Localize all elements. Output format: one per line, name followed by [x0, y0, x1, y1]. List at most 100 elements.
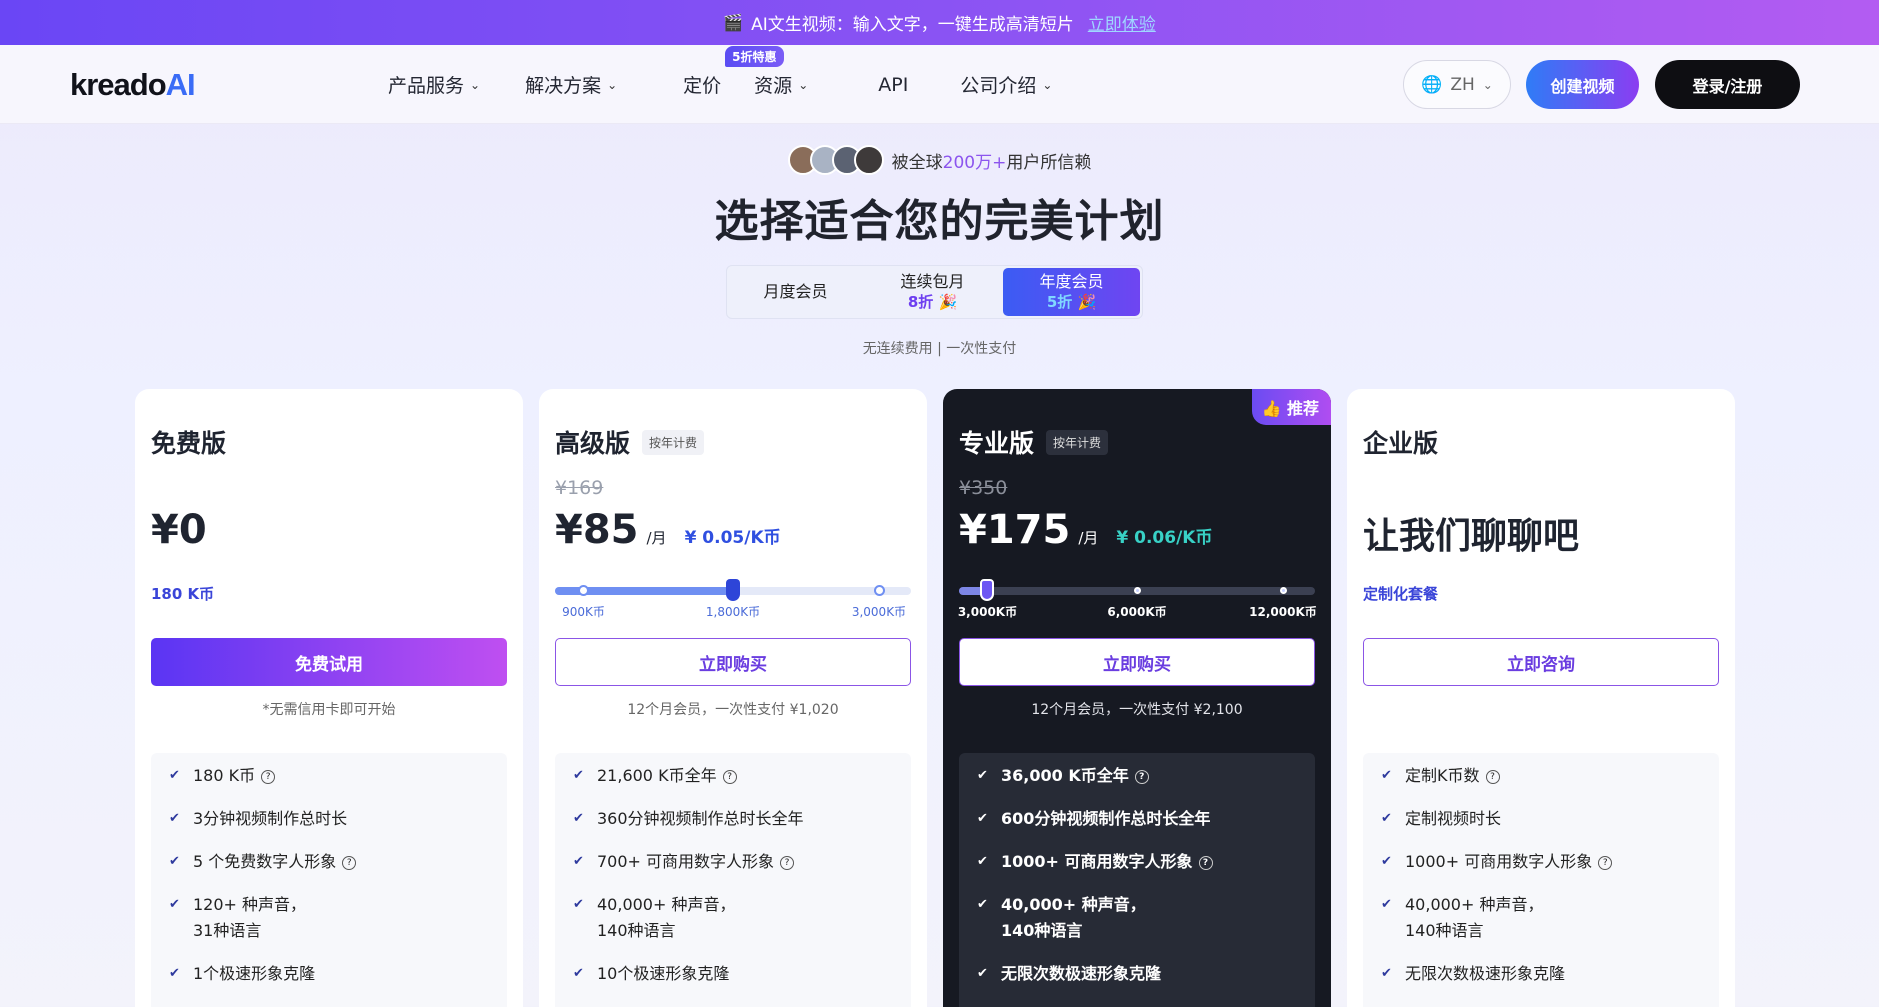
nav-products[interactable]: 产品服务 ⌄ [388, 71, 480, 98]
check-icon: ✔ [169, 966, 180, 981]
price-period: /月 [1078, 529, 1099, 547]
tab-label: 月度会员 [763, 282, 828, 301]
feature-text: 10个极速形象克隆 [597, 964, 730, 983]
feature-list: ✔ 21,600 K币全年? ✔ 360分钟视频制作总时长全年 ✔ 700+ 可商用数… [555, 753, 911, 1007]
list-item: ✔ 1000+ 可商用数字人形象? [1381, 849, 1719, 875]
list-item: ✔ 无限次数极速形象克隆 [1381, 961, 1719, 987]
slider-handle[interactable] [980, 579, 995, 601]
consult-now-button[interactable]: 立即咨询 [1363, 638, 1719, 686]
promo-link[interactable]: 立即体验 [1088, 10, 1156, 35]
nav-solutions[interactable]: 解决方案 ⌄ [525, 71, 617, 98]
list-item: ✔ 21,600 K币全年? [573, 763, 911, 789]
slider-tick: 3,000K币 [851, 605, 907, 619]
help-icon[interactable]: ? [1485, 769, 1500, 784]
slider-tick: 6,000K币 [1107, 605, 1167, 619]
promo-text: AI文生视频：输入文字，一键生成高清短片 [751, 15, 1074, 35]
tab-annual[interactable]: 年度会员 5折 🎉 [1003, 268, 1140, 316]
slider-tick: 900K币 [562, 605, 605, 619]
slider-handle[interactable] [726, 579, 740, 601]
check-icon: ✔ [977, 854, 988, 869]
language-label: ZH [1450, 74, 1475, 95]
custom-package-label: 定制化套餐 [1363, 585, 1439, 603]
plan-price: ¥0 [151, 507, 207, 553]
check-icon: ✔ [1381, 768, 1392, 783]
nav-label: 解决方案 [525, 75, 602, 97]
check-icon: ✔ [573, 854, 584, 869]
help-icon[interactable]: ? [261, 769, 276, 784]
billing-tag: 按年计费 [642, 429, 705, 455]
check-icon: ✔ [169, 811, 180, 826]
chevron-down-icon: ⌄ [470, 77, 481, 92]
help-icon[interactable]: ? [722, 769, 737, 784]
check-icon: ✔ [977, 966, 988, 981]
nav-company[interactable]: 公司介绍 ⌄ [960, 71, 1052, 98]
help-icon[interactable]: ? [342, 855, 357, 870]
feature-text: 5 个免费数字人形象 [193, 852, 337, 871]
plan-card-premium: 高级版 按年计费 ¥169 ¥85 /月 ¥ 0.05/K币 900K币 1,80… [539, 389, 927, 1007]
trust-prefix: 被全球 [891, 152, 943, 173]
plan-title: 企业版 [1363, 429, 1439, 458]
check-icon: ✔ [1381, 854, 1392, 869]
slider-stop[interactable] [1134, 587, 1141, 594]
credits-slider[interactable]: 900K币 1,800K币 3,000K币 [555, 579, 911, 627]
help-icon[interactable]: ? [780, 855, 795, 870]
trust-suffix: 用户所信赖 [1006, 152, 1092, 173]
promo-banner: 🎬 AI文生视频：输入文字，一键生成高清短片 立即体验 [0, 0, 1879, 45]
tab-monthly[interactable]: 月度会员 [727, 266, 864, 318]
feature-text: 1个极速形象克隆 [193, 964, 316, 983]
plan-pay-note: 12个月会员，一次性支付 ¥1,020 [627, 702, 839, 718]
plan-price: ¥175 /月 ¥ 0.06/K币 [959, 507, 1212, 553]
tab-continuous-monthly[interactable]: 连续包月 8折 🎉 [864, 266, 1001, 318]
feature-text: 1000+ 可商用数字人形象 [1001, 852, 1193, 871]
free-trial-button[interactable]: 免费试用 [151, 638, 507, 686]
buy-now-button[interactable]: 立即购买 [959, 638, 1315, 686]
plan-credits: 180 K币 [151, 585, 215, 603]
slider-stop[interactable] [1279, 587, 1287, 594]
feature-text: 无限次数极速形象克隆 [1405, 964, 1566, 983]
nav-api[interactable]: API [878, 74, 908, 96]
user-avatars [787, 145, 884, 175]
tab-label: 连续包月 [900, 272, 965, 291]
logo-text: kreado [70, 67, 167, 102]
page-title: 选择适合您的完美计划 [714, 196, 1165, 247]
slider-tick: 12,000K币 [1249, 605, 1317, 619]
plan-title: 高级版 [555, 429, 631, 458]
list-item: ✔ 5 个免费数字人形象? [169, 849, 507, 875]
sale-badge: 5折特惠 [725, 46, 784, 67]
feature-text: 定制K币数 [1405, 766, 1480, 785]
language-select[interactable]: 🌐 ZH ⌄ [1403, 60, 1511, 109]
check-icon: ✔ [169, 897, 180, 912]
feature-text: 700+ 可商用数字人形象 [597, 852, 775, 871]
create-video-button[interactable]: 创建视频 [1526, 60, 1639, 109]
check-icon: ✔ [1381, 966, 1392, 981]
nav-label: API [878, 73, 909, 96]
feature-text: 21,600 K币全年 [597, 766, 717, 785]
tab-discount: 5折 🎉 [1046, 293, 1097, 311]
payment-note: 无连续费用 | 一次性支付 [862, 341, 1017, 357]
feature-text: 120+ 种声音， 31种语言 [193, 895, 307, 940]
list-item: ✔ 36,000 K币全年? [977, 763, 1315, 789]
contact-headline: 让我们聊聊吧 [1363, 516, 1580, 557]
buy-now-button[interactable]: 立即购买 [555, 638, 911, 686]
original-price: ¥350 [959, 477, 1008, 499]
globe-icon: 🌐 [1421, 74, 1443, 95]
credits-slider[interactable]: 3,000K币 6,000K币 12,000K币 [958, 579, 1317, 627]
feature-text: 无限次数极速形象克隆 [1001, 964, 1162, 983]
check-icon: ✔ [573, 897, 584, 912]
slider-stop[interactable] [873, 585, 885, 596]
help-icon[interactable]: ? [1598, 855, 1613, 870]
nav-label: 定价 [683, 75, 722, 97]
check-icon: ✔ [573, 966, 584, 981]
check-icon: ✔ [573, 768, 584, 783]
billing-tag: 按年计费 [1046, 429, 1109, 455]
login-register-button[interactable]: 登录/注册 [1655, 60, 1800, 109]
help-icon[interactable]: ? [1198, 855, 1213, 870]
kreado-logo[interactable]: kreadoAI [70, 67, 196, 103]
price-amount: ¥85 [555, 507, 639, 553]
nav-pricing[interactable]: 定价 5折特惠 [683, 46, 784, 98]
main-nav: 产品服务 ⌄ 解决方案 ⌄ 定价 5折特惠 资源 ⌄ API 公司介绍 ⌄ [388, 45, 1052, 124]
nav-resources[interactable]: 资源 ⌄ [754, 71, 808, 98]
help-icon[interactable]: ? [1134, 769, 1149, 784]
feature-text: 36,000 K币全年 [1001, 766, 1129, 785]
feature-list: ✔ 180 K币? ✔ 3分钟视频制作总时长 ✔ 5 个免费数字人形象? ✔ 120+ … [151, 753, 507, 1007]
